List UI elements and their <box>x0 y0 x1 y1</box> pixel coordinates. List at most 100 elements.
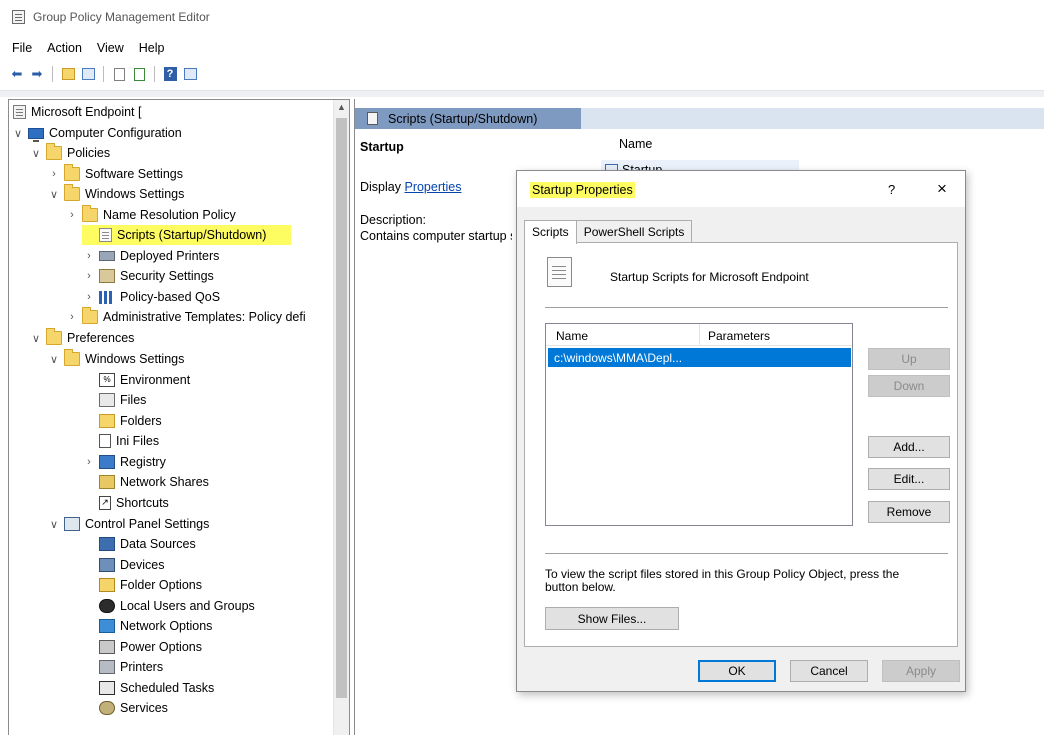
tree-item-control-panel-settings[interactable]: ∨ Control Panel Settings <box>47 514 209 534</box>
tree-item-ini-files[interactable]: Ini Files <box>82 431 159 451</box>
apply-button[interactable]: Apply <box>882 660 960 682</box>
tree-item-local-users-and-groups[interactable]: Local Users and Groups <box>82 596 255 616</box>
tree-item-network-shares[interactable]: Network Shares <box>82 472 209 492</box>
chevron-right-icon[interactable]: › <box>82 291 96 303</box>
help-button[interactable]: ? <box>888 182 895 197</box>
tree-item-services[interactable]: Services <box>82 698 168 718</box>
menu-file[interactable]: File <box>12 41 32 55</box>
show-hide-tree-icon[interactable] <box>79 65 97 83</box>
edit-button[interactable]: Edit... <box>868 468 950 490</box>
back-arrow-icon[interactable]: ⬅ <box>8 65 26 83</box>
tree-scrollbar[interactable]: ▲ <box>333 100 349 735</box>
tree-item-administrative-templates[interactable]: › Administrative Templates: Policy defi <box>65 307 306 327</box>
tree-item-printers[interactable]: Printers <box>82 657 163 677</box>
forward-arrow-icon[interactable]: ➡ <box>28 65 46 83</box>
chevron-down-icon[interactable]: ∨ <box>29 147 43 160</box>
folder-options-icon <box>99 578 115 592</box>
chevron-right-icon[interactable]: › <box>65 209 79 221</box>
folder-icon <box>64 164 80 181</box>
tree-item-label: Software Settings <box>85 167 183 181</box>
tree-item-environment[interactable]: % Environment <box>82 370 190 390</box>
chevron-right-icon[interactable]: › <box>82 456 96 468</box>
properties-icon[interactable] <box>110 65 128 83</box>
tree-item-network-options[interactable]: Network Options <box>82 616 212 636</box>
navigation-tree[interactable]: Microsoft Endpoint [ ∨ Computer Configur… <box>8 99 350 735</box>
tree-item-label: Security Settings <box>120 269 214 283</box>
tree-item-windows-settings[interactable]: ∨ Windows Settings <box>47 184 184 204</box>
folders-icon <box>99 414 115 428</box>
tab-scripts[interactable]: Scripts <box>524 220 577 244</box>
environment-icon: % <box>99 373 115 387</box>
tree-item-pref-windows-settings[interactable]: ∨ Windows Settings <box>47 349 184 369</box>
tree-item-security-settings[interactable]: › Security Settings <box>82 266 214 286</box>
tree-item-label: Services <box>120 701 168 715</box>
close-icon[interactable]: × <box>937 179 947 199</box>
chevron-right-icon[interactable]: › <box>47 168 61 180</box>
tree-item-label: Name Resolution Policy <box>103 208 236 222</box>
tree-item-computer-configuration[interactable]: ∨ Computer Configuration <box>11 123 182 143</box>
tree-item-data-sources[interactable]: Data Sources <box>82 534 196 554</box>
tree-item-scripts-startup-shutdown[interactable]: Scripts (Startup/Shutdown) <box>82 225 291 245</box>
title-bar: Group Policy Management Editor <box>0 0 1044 34</box>
view-icon[interactable] <box>181 65 199 83</box>
chevron-right-icon[interactable]: › <box>65 311 79 323</box>
column-header-name[interactable]: Name <box>556 329 588 343</box>
scripts-list[interactable]: Name Parameters c:\windows\MMA\Depl... <box>545 323 853 526</box>
chevron-right-icon[interactable]: › <box>82 270 96 282</box>
tree-item-policy-based-qos[interactable]: › Policy-based QoS <box>82 287 220 307</box>
folder-icon <box>46 328 62 345</box>
tree-item-files[interactable]: Files <box>82 390 146 410</box>
display-properties: Display Properties <box>360 180 461 194</box>
chevron-down-icon[interactable]: ∨ <box>29 332 43 345</box>
menu-help[interactable]: Help <box>139 41 165 55</box>
chevron-down-icon[interactable]: ∨ <box>47 518 61 531</box>
tree-item-registry[interactable]: › Registry <box>82 452 166 472</box>
chevron-down-icon[interactable]: ∨ <box>11 127 25 140</box>
tree-item-deployed-printers[interactable]: › Deployed Printers <box>82 246 219 266</box>
tree-item-shortcuts[interactable]: ↗ Shortcuts <box>82 493 169 513</box>
folder-icon <box>64 184 80 201</box>
scroll-up-arrow-icon[interactable]: ▲ <box>337 102 346 112</box>
up-button[interactable]: Up <box>868 348 950 370</box>
remove-button[interactable]: Remove <box>868 501 950 523</box>
tree-item-label: Devices <box>120 558 165 572</box>
chevron-down-icon[interactable]: ∨ <box>47 353 61 366</box>
pane-separator-band <box>0 90 1044 97</box>
menu-view[interactable]: View <box>97 41 124 55</box>
folder-icon <box>82 205 98 222</box>
tree-item-folder-options[interactable]: Folder Options <box>82 575 202 595</box>
tree-item-name-resolution-policy[interactable]: › Name Resolution Policy <box>65 205 236 225</box>
column-header-parameters[interactable]: Parameters <box>708 329 770 343</box>
tree-item-software-settings[interactable]: › Software Settings <box>47 164 183 184</box>
export-list-icon[interactable] <box>130 65 148 83</box>
table-row[interactable]: c:\windows\MMA\Depl... <box>548 348 851 367</box>
down-button[interactable]: Down <box>868 375 950 397</box>
column-divider[interactable] <box>699 324 700 346</box>
chevron-down-icon[interactable]: ∨ <box>47 188 61 201</box>
dialog-title: Startup Properties <box>530 182 635 198</box>
tab-powershell-scripts[interactable]: PowerShell Scripts <box>575 220 693 243</box>
tree-item-folders[interactable]: Folders <box>82 411 162 431</box>
add-button[interactable]: Add... <box>868 436 950 458</box>
tree-item-devices[interactable]: Devices <box>82 555 164 575</box>
column-header-name[interactable]: Name <box>619 137 652 151</box>
section-title: Startup <box>360 140 404 154</box>
printers-icon <box>99 660 115 674</box>
show-files-button[interactable]: Show Files... <box>545 607 679 630</box>
scrollbar-thumb[interactable] <box>336 118 347 698</box>
ok-button[interactable]: OK <box>698 660 776 682</box>
tree-item-preferences[interactable]: ∨ Preferences <box>29 328 134 348</box>
toolbar-separator <box>154 66 155 82</box>
tree-item-label: Scripts (Startup/Shutdown) <box>117 228 267 242</box>
script-icon <box>99 228 112 242</box>
properties-link[interactable]: Properties <box>404 180 461 194</box>
menu-action[interactable]: Action <box>47 41 82 55</box>
tree-root[interactable]: Microsoft Endpoint [ <box>13 102 141 122</box>
tree-item-policies[interactable]: ∨ Policies <box>29 143 110 163</box>
tree-item-scheduled-tasks[interactable]: Scheduled Tasks <box>82 678 214 698</box>
chevron-right-icon[interactable]: › <box>82 250 96 262</box>
cancel-button[interactable]: Cancel <box>790 660 868 682</box>
tree-item-power-options[interactable]: Power Options <box>82 637 202 657</box>
up-folder-icon[interactable] <box>59 65 77 83</box>
help-icon[interactable]: ? <box>161 65 179 83</box>
